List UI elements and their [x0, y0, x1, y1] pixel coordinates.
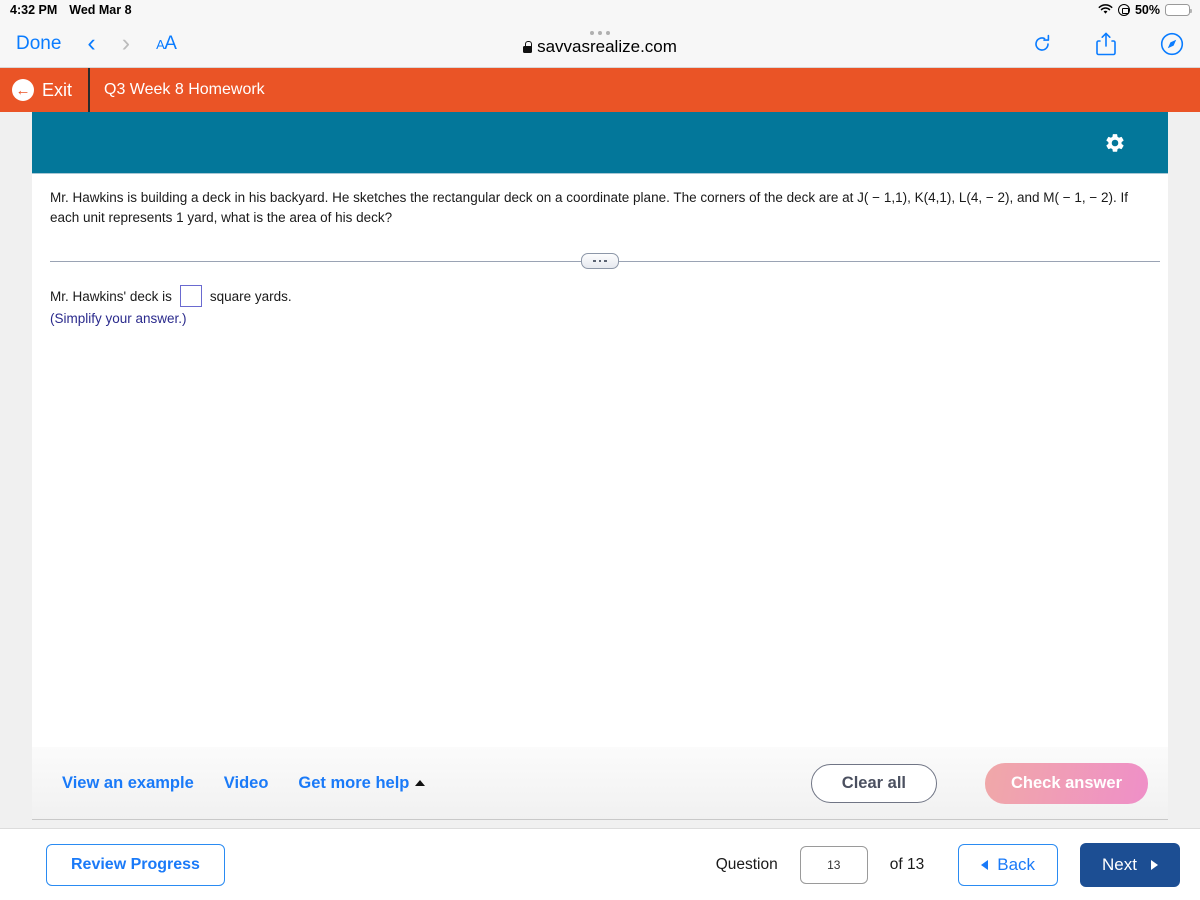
assignment-title: Q3 Week 8 Homework: [104, 81, 265, 98]
back-button[interactable]: Back: [958, 843, 1059, 886]
lock-icon: [523, 40, 533, 53]
help-actions-group: Clear all Check answer: [810, 762, 1148, 804]
text-size-button[interactable]: AA: [156, 32, 177, 55]
safari-toolbar-right: [1032, 32, 1184, 56]
question-card: Mr. Hawkins is building a deck in his ba…: [32, 112, 1168, 747]
next-button[interactable]: Next: [1080, 842, 1180, 887]
page-body: Mr. Hawkins is building a deck in his ba…: [0, 112, 1200, 900]
done-button[interactable]: Done: [16, 33, 61, 55]
reload-icon[interactable]: [1032, 34, 1052, 54]
status-bar-left: 4:32 PM Wed Mar 8: [10, 3, 132, 17]
question-total-label: of 13: [889, 855, 925, 873]
next-button-label: Next: [1102, 854, 1137, 874]
status-bar-date: Wed Mar 8: [69, 3, 132, 17]
section-divider: [32, 243, 1168, 279]
battery-icon: [1165, 4, 1193, 16]
question-number-input[interactable]: [799, 845, 868, 884]
gear-icon[interactable]: [1104, 132, 1126, 154]
back-arrow-circle-icon: ←: [12, 79, 34, 101]
status-bar-right: 50%: [1098, 3, 1193, 17]
tab-overview-dots-icon: [590, 30, 610, 35]
rotation-lock-icon: [1117, 4, 1130, 16]
wifi-icon: [1098, 3, 1113, 17]
safari-toolbar-left: Done ‹ › AA: [16, 29, 177, 57]
question-navigation-group: Question of 13 Back Next: [715, 842, 1180, 887]
check-answer-button[interactable]: Check answer: [985, 762, 1148, 804]
get-more-help-link[interactable]: Get more help: [298, 773, 426, 793]
safari-toolbar: Done ‹ › AA savvasrealize.com: [0, 20, 1200, 68]
video-link[interactable]: Video: [224, 774, 269, 793]
triangle-right-icon: [1151, 859, 1158, 870]
ios-status-bar: 4:32 PM Wed Mar 8 50%: [0, 0, 1200, 20]
answer-row: Mr. Hawkins' deck is square yards.: [32, 279, 1168, 308]
exit-label: Exit: [42, 79, 73, 100]
simplify-note: (Simplify your answer.): [50, 311, 187, 327]
caret-up-icon: [415, 779, 426, 786]
forward-icon: ›: [121, 29, 131, 57]
url-text: savvasrealize.com: [537, 36, 677, 56]
safari-address-area: savvasrealize.com: [0, 20, 1200, 67]
answer-prefix-label: Mr. Hawkins' deck is: [50, 288, 172, 304]
battery-percent-label: 50%: [1134, 3, 1160, 17]
back-icon[interactable]: ‹: [87, 31, 95, 56]
text-size-large-a: A: [164, 32, 177, 54]
assignment-header-bar: ← Exit Q3 Week 8 Homework: [0, 68, 1200, 112]
clear-all-button[interactable]: Clear all: [810, 763, 938, 803]
review-progress-button[interactable]: Review Progress: [46, 843, 225, 886]
back-button-label: Back: [997, 854, 1036, 874]
triangle-left-icon: [981, 859, 989, 870]
help-links-group: View an example Video Get more help: [62, 773, 426, 793]
answer-suffix-label: square yards.: [209, 288, 292, 304]
drag-handle-dots-icon[interactable]: [581, 253, 619, 270]
problem-statement: Mr. Hawkins is building a deck in his ba…: [50, 190, 1129, 225]
view-an-example-link[interactable]: View an example: [62, 774, 194, 793]
status-bar-time: 4:32 PM: [10, 3, 58, 17]
footer-navigation: Review Progress Question of 13 Back Next: [0, 828, 1200, 900]
compass-icon[interactable]: [1160, 32, 1184, 56]
answer-input[interactable]: [179, 285, 202, 308]
question-card-header: [32, 112, 1168, 174]
address-bar[interactable]: savvasrealize.com: [523, 37, 677, 57]
get-more-help-label: Get more help: [298, 773, 410, 792]
share-icon[interactable]: [1096, 32, 1116, 56]
help-toolbar: View an example Video Get more help Clea…: [32, 747, 1168, 820]
exit-button[interactable]: ← Exit: [0, 68, 91, 112]
question-label: Question: [715, 855, 778, 873]
